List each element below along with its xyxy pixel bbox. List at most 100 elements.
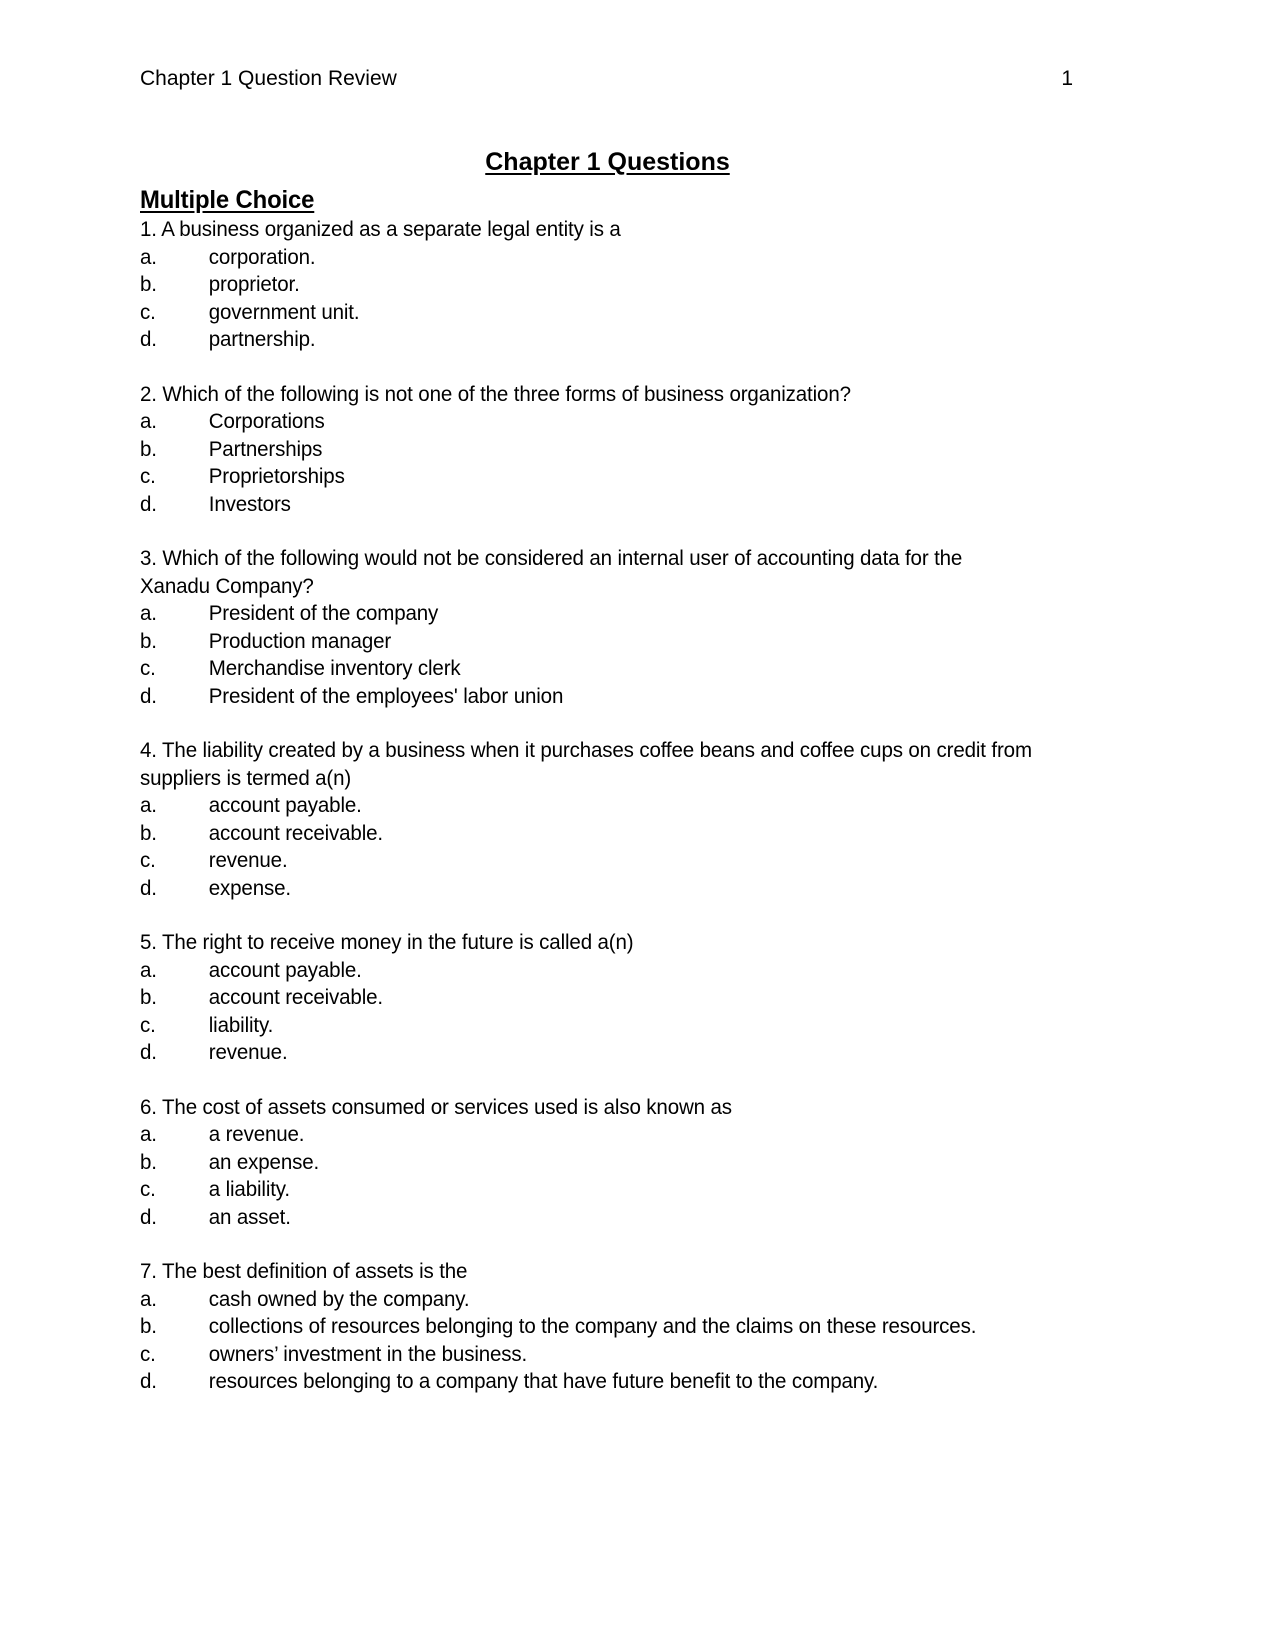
option-text: partnership. xyxy=(208,327,316,351)
question-block: 7. The best definition of assets is the a… xyxy=(140,1258,1033,1396)
answer-option[interactable]: a. corporation. xyxy=(140,244,1033,272)
option-letter: d. xyxy=(140,683,157,708)
option-letter: c. xyxy=(140,1012,156,1037)
option-letter: a. xyxy=(140,409,157,433)
option-letter: d. xyxy=(140,875,157,900)
option-text: account receivable. xyxy=(208,985,383,1009)
answer-option[interactable]: c. a liability. xyxy=(140,1176,1033,1204)
answer-option[interactable]: b. account receivable. xyxy=(140,820,1033,848)
option-text: Merchandise inventory clerk xyxy=(208,656,461,680)
option-text: an expense. xyxy=(208,1149,320,1174)
section-heading: Multiple Choice xyxy=(140,185,1033,216)
option-letter: b. xyxy=(140,272,157,296)
option-letter: a. xyxy=(140,1122,157,1146)
answer-option[interactable]: d. an asset. xyxy=(140,1204,1033,1232)
option-text: collections of resources belonging to th… xyxy=(208,1314,977,1338)
option-text: revenue. xyxy=(208,848,288,872)
option-text: Corporations xyxy=(208,409,325,433)
question-stem: 6. The cost of assets consumed or servic… xyxy=(140,1094,732,1119)
option-letter: b. xyxy=(140,1149,157,1174)
question-block: 1. A business organized as a separate le… xyxy=(140,216,1033,354)
answer-option[interactable]: d. Investors xyxy=(140,491,1033,519)
option-letter: d. xyxy=(140,327,157,351)
option-text: account receivable. xyxy=(208,820,383,845)
answer-option[interactable]: b. collections of resources belonging to … xyxy=(140,1313,1033,1341)
answer-option[interactable]: c. revenue. xyxy=(140,847,1033,875)
answer-option[interactable]: a. account payable. xyxy=(140,957,1033,985)
option-letter: a. xyxy=(140,1286,157,1311)
option-text: Production manager xyxy=(208,628,392,653)
option-text: Proprietorships xyxy=(208,464,345,488)
option-text: revenue. xyxy=(208,1040,288,1064)
question-stem: 5. The right to receive money in the fut… xyxy=(140,930,634,954)
option-text: cash owned by the company. xyxy=(208,1286,470,1311)
answer-option[interactable]: b. Production manager xyxy=(140,628,1033,656)
option-letter: b. xyxy=(140,820,157,845)
question-block: 4. The liability created by a business w… xyxy=(140,737,1033,902)
question-stem: 3. Which of the following would not be c… xyxy=(140,546,963,598)
answer-option[interactable]: b. proprietor. xyxy=(140,271,1033,299)
option-text: an asset. xyxy=(208,1204,291,1229)
answer-option[interactable]: b. Partnerships xyxy=(140,436,1033,464)
page-content: Chapter 1 Question Review 1 Chapter 1 Qu… xyxy=(140,66,1075,1396)
question-block: 5. The right to receive money in the fut… xyxy=(140,929,1033,1067)
question-block: 3. Which of the following would not be c… xyxy=(140,545,1033,710)
section-heading-text: Multiple Choice xyxy=(140,186,315,214)
option-letter: c. xyxy=(140,1177,156,1201)
question-block: 2. Which of the following is not one of … xyxy=(140,381,1033,519)
answer-option[interactable]: a. Corporations xyxy=(140,408,1033,436)
page-title: Chapter 1 Questions xyxy=(140,147,1075,177)
option-text: owners’ investment in the business. xyxy=(208,1341,528,1366)
option-text: government unit. xyxy=(208,299,360,324)
answer-option[interactable]: c. owners’ investment in the business. xyxy=(140,1341,1033,1369)
question-stem: 2. Which of the following is not one of … xyxy=(140,381,851,406)
page-number: 1 xyxy=(1061,67,1073,90)
option-text: President of the employees' labor union xyxy=(208,683,564,708)
question-stem: 1. A business organized as a separate le… xyxy=(140,217,621,241)
option-text: a liability. xyxy=(208,1177,290,1201)
document-body: Multiple Choice 1. A business organized … xyxy=(140,185,1033,1396)
answer-option[interactable]: d. expense. xyxy=(140,875,1033,903)
header-title: Chapter 1 Question Review xyxy=(140,67,397,90)
answer-option[interactable]: c. government unit. xyxy=(140,299,1033,327)
answer-option[interactable]: b. an expense. xyxy=(140,1149,1033,1177)
option-letter: b. xyxy=(140,985,157,1009)
option-text: Partnerships xyxy=(208,436,323,461)
answer-option[interactable]: d. President of the employees' labor unio… xyxy=(140,683,1033,711)
questions-list: 1. A business organized as a separate le… xyxy=(140,216,1033,1396)
option-text: expense. xyxy=(208,875,291,900)
question-stem: 7. The best definition of assets is the xyxy=(140,1259,468,1283)
option-text: proprietor. xyxy=(208,272,300,296)
option-text: a revenue. xyxy=(208,1122,305,1146)
option-letter: c. xyxy=(140,1341,156,1366)
answer-option[interactable]: c. Merchandise inventory clerk xyxy=(140,655,1033,683)
answer-option[interactable]: a. a revenue. xyxy=(140,1121,1033,1149)
option-letter: b. xyxy=(140,1314,157,1338)
option-letter: c. xyxy=(140,848,156,872)
option-letter: d. xyxy=(140,1369,157,1393)
option-letter: d. xyxy=(140,1040,157,1064)
option-text: account payable. xyxy=(208,793,362,817)
answer-option[interactable]: d. resources belonging to a company that … xyxy=(140,1368,1033,1396)
option-text: liability. xyxy=(208,1012,274,1037)
running-header: Chapter 1 Question Review 1 xyxy=(140,66,1075,92)
answer-option[interactable]: b. account receivable. xyxy=(140,984,1033,1012)
answer-option[interactable]: c. liability. xyxy=(140,1012,1033,1040)
option-text: President of the company xyxy=(208,601,439,625)
option-text: corporation. xyxy=(208,244,316,269)
option-letter: c. xyxy=(140,464,156,488)
answer-option[interactable]: c. Proprietorships xyxy=(140,463,1033,491)
answer-option[interactable]: a. President of the company xyxy=(140,600,1033,628)
answer-option[interactable]: d. partnership. xyxy=(140,326,1033,354)
option-text: Investors xyxy=(208,491,291,516)
answer-option[interactable]: a. account payable. xyxy=(140,792,1033,820)
option-letter: b. xyxy=(140,436,157,461)
option-letter: c. xyxy=(140,299,156,324)
option-letter: c. xyxy=(140,656,156,680)
question-block: 6. The cost of assets consumed or servic… xyxy=(140,1094,1033,1232)
answer-option[interactable]: d. revenue. xyxy=(140,1039,1033,1067)
option-letter: b. xyxy=(140,628,157,653)
answer-option[interactable]: a. cash owned by the company. xyxy=(140,1286,1033,1314)
option-letter: a. xyxy=(140,601,157,625)
page-title-text: Chapter 1 Questions xyxy=(485,148,730,176)
